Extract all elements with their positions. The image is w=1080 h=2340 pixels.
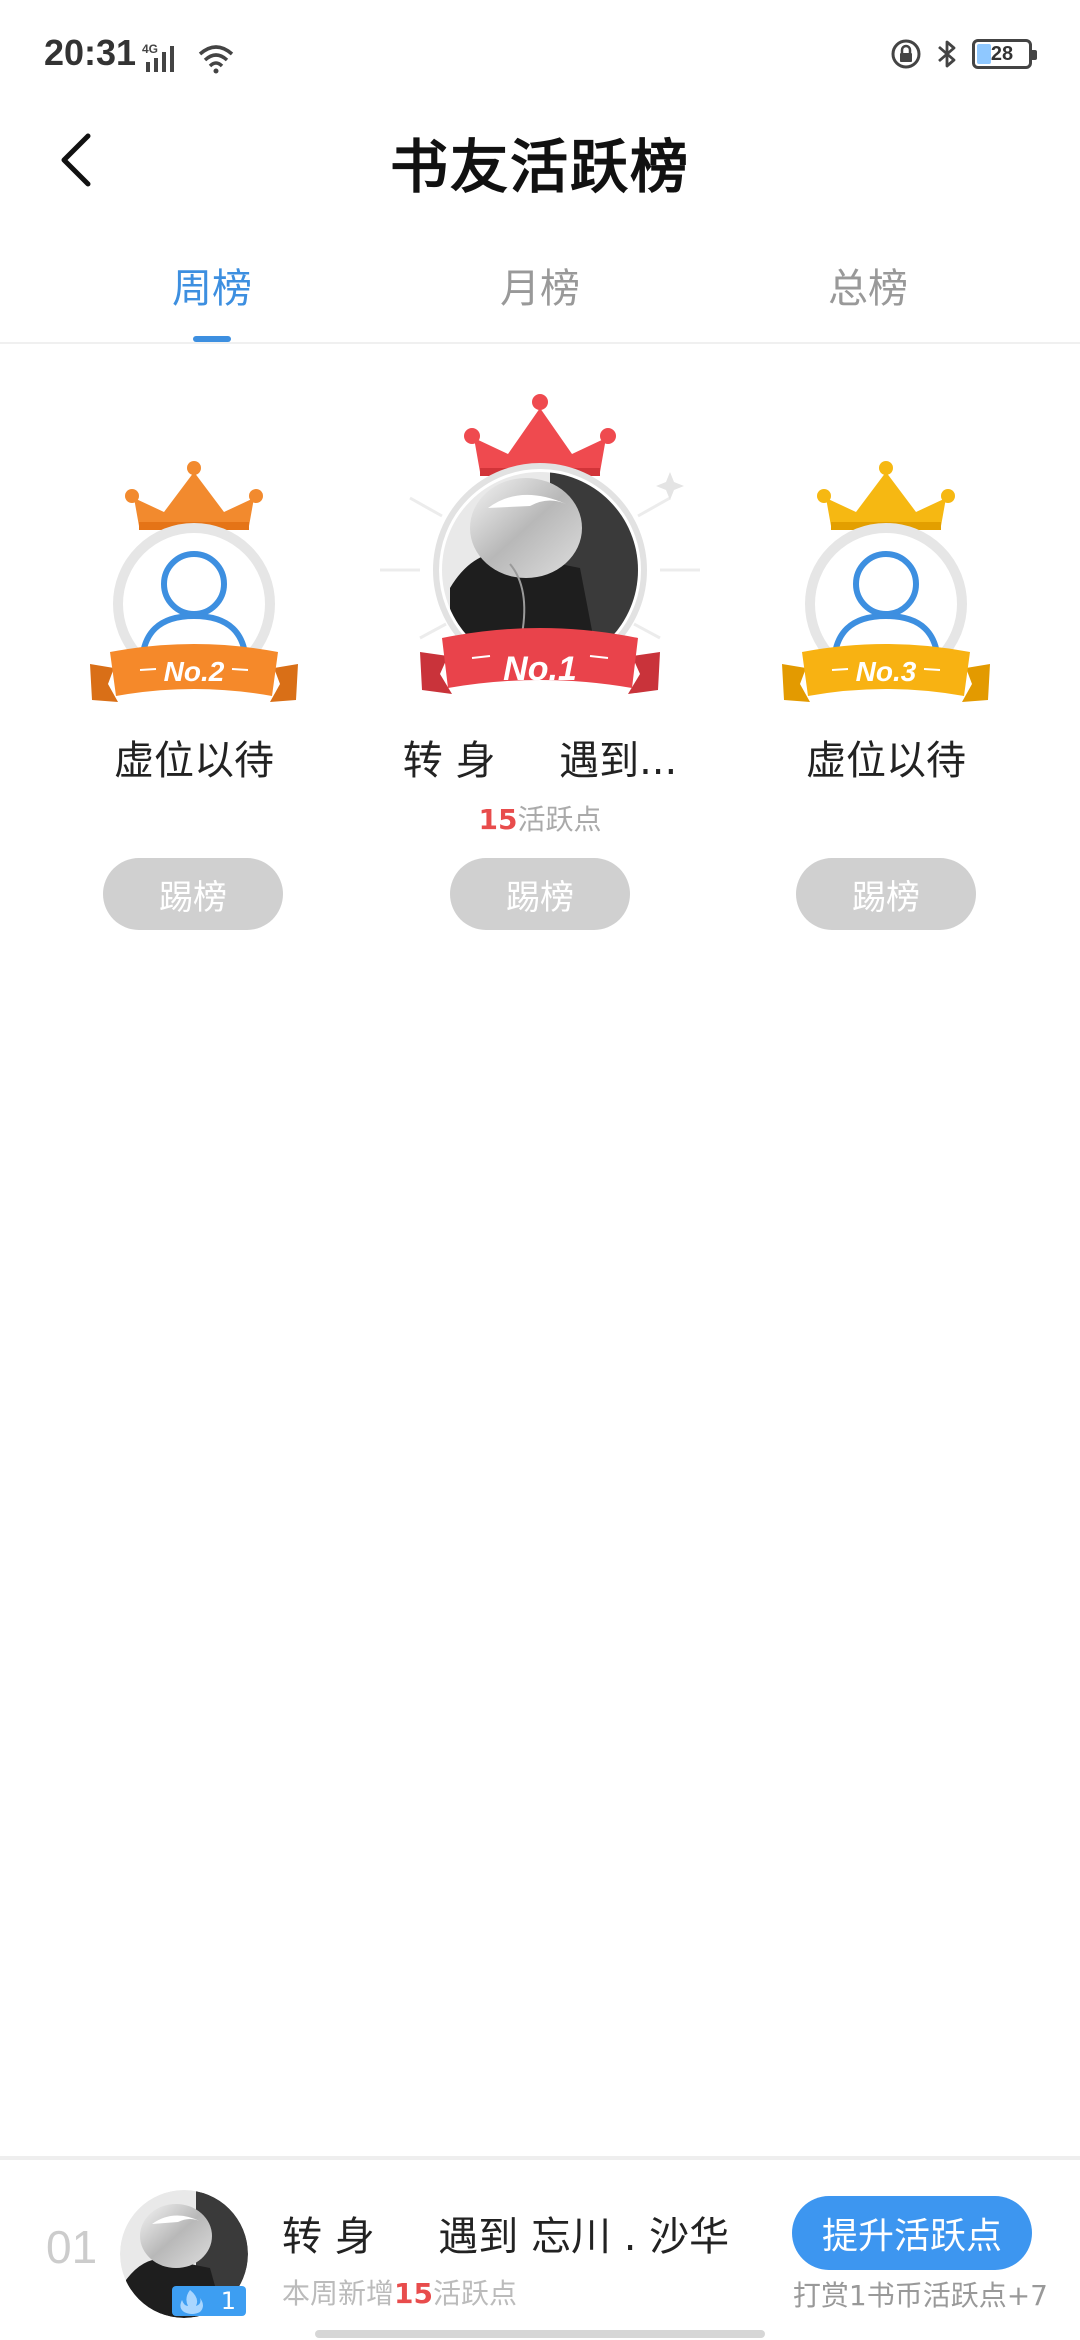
my-rank-number: 01 [46, 2221, 98, 2273]
header: 书友活跃榜 [0, 110, 1080, 230]
level-badge: 1 [172, 2286, 246, 2316]
bluetooth-icon [938, 40, 956, 68]
rank-two-name: 虚位以待 [114, 738, 274, 784]
crown-icon [125, 461, 263, 530]
my-weekly-points-value: 15 [394, 2277, 433, 2310]
kick-button-third[interactable]: 踢榜 [796, 858, 976, 930]
rank-three-label: No.3 [855, 656, 917, 687]
tab-monthly-label: 月榜 [500, 266, 580, 312]
page-title: 书友活跃榜 [389, 133, 690, 201]
tab-monthly[interactable]: 月榜 [430, 256, 650, 314]
my-name: 转 身 遇到 忘川 . 沙华 [282, 2214, 730, 2260]
my-weekly-points-suffix: 活跃点 [432, 2277, 517, 2310]
battery-level: 28 [990, 42, 1014, 65]
rank-one-name: 转 身 遇到... [402, 738, 678, 784]
rank-three-name: 虚位以待 [806, 738, 966, 784]
battery-icon: 28 [972, 39, 1037, 69]
status-time: 20:31 [44, 32, 137, 73]
rank-two-label: No.2 [163, 656, 225, 687]
wifi-icon [198, 45, 234, 74]
rank-one-points-unit: 活跃点 [517, 803, 602, 836]
rank-one-points: 15活跃点 [390, 798, 690, 838]
kick-button-second[interactable]: 踢榜 [103, 858, 283, 930]
signal-icon: 4G [142, 42, 174, 72]
status-icons-right: 28 [890, 32, 1037, 76]
boost-activity-button[interactable]: 提升活跃点 [792, 2196, 1032, 2270]
tab-bar: 周榜 月榜 总榜 [0, 240, 1080, 344]
kick-button-first[interactable]: 踢榜 [450, 858, 630, 930]
home-indicator[interactable] [315, 2330, 765, 2338]
rank-one-points-value: 15 [478, 803, 518, 836]
status-icons-left: 4G [142, 34, 236, 74]
my-rank-bar: 01 1 转 身 遇到 忘川 . 沙华 本周新增15活跃点 提升活跃点 打赏1书… [0, 2156, 1080, 2340]
my-weekly-points-prefix: 本周新增 [282, 2277, 395, 2310]
status-bar: 20:31 4G 28 [0, 0, 1080, 110]
crown-icon [817, 461, 955, 530]
lock-rotation-icon [891, 39, 921, 69]
tab-total[interactable]: 总榜 [758, 256, 978, 314]
tab-active-indicator [193, 336, 231, 342]
my-weekly-points: 本周新增15活跃点 [282, 2272, 517, 2312]
reward-tip: 打赏1书币活跃点+7 [792, 2279, 1048, 2312]
tab-weekly[interactable]: 周榜 [102, 256, 322, 342]
rank-one-label: No.1 [503, 650, 577, 688]
svg-text:4G: 4G [142, 42, 158, 56]
flame-icon [180, 2290, 203, 2314]
tab-total-label: 总榜 [828, 266, 908, 312]
level-number: 1 [220, 2287, 236, 2315]
tab-weekly-label: 周榜 [172, 266, 252, 312]
